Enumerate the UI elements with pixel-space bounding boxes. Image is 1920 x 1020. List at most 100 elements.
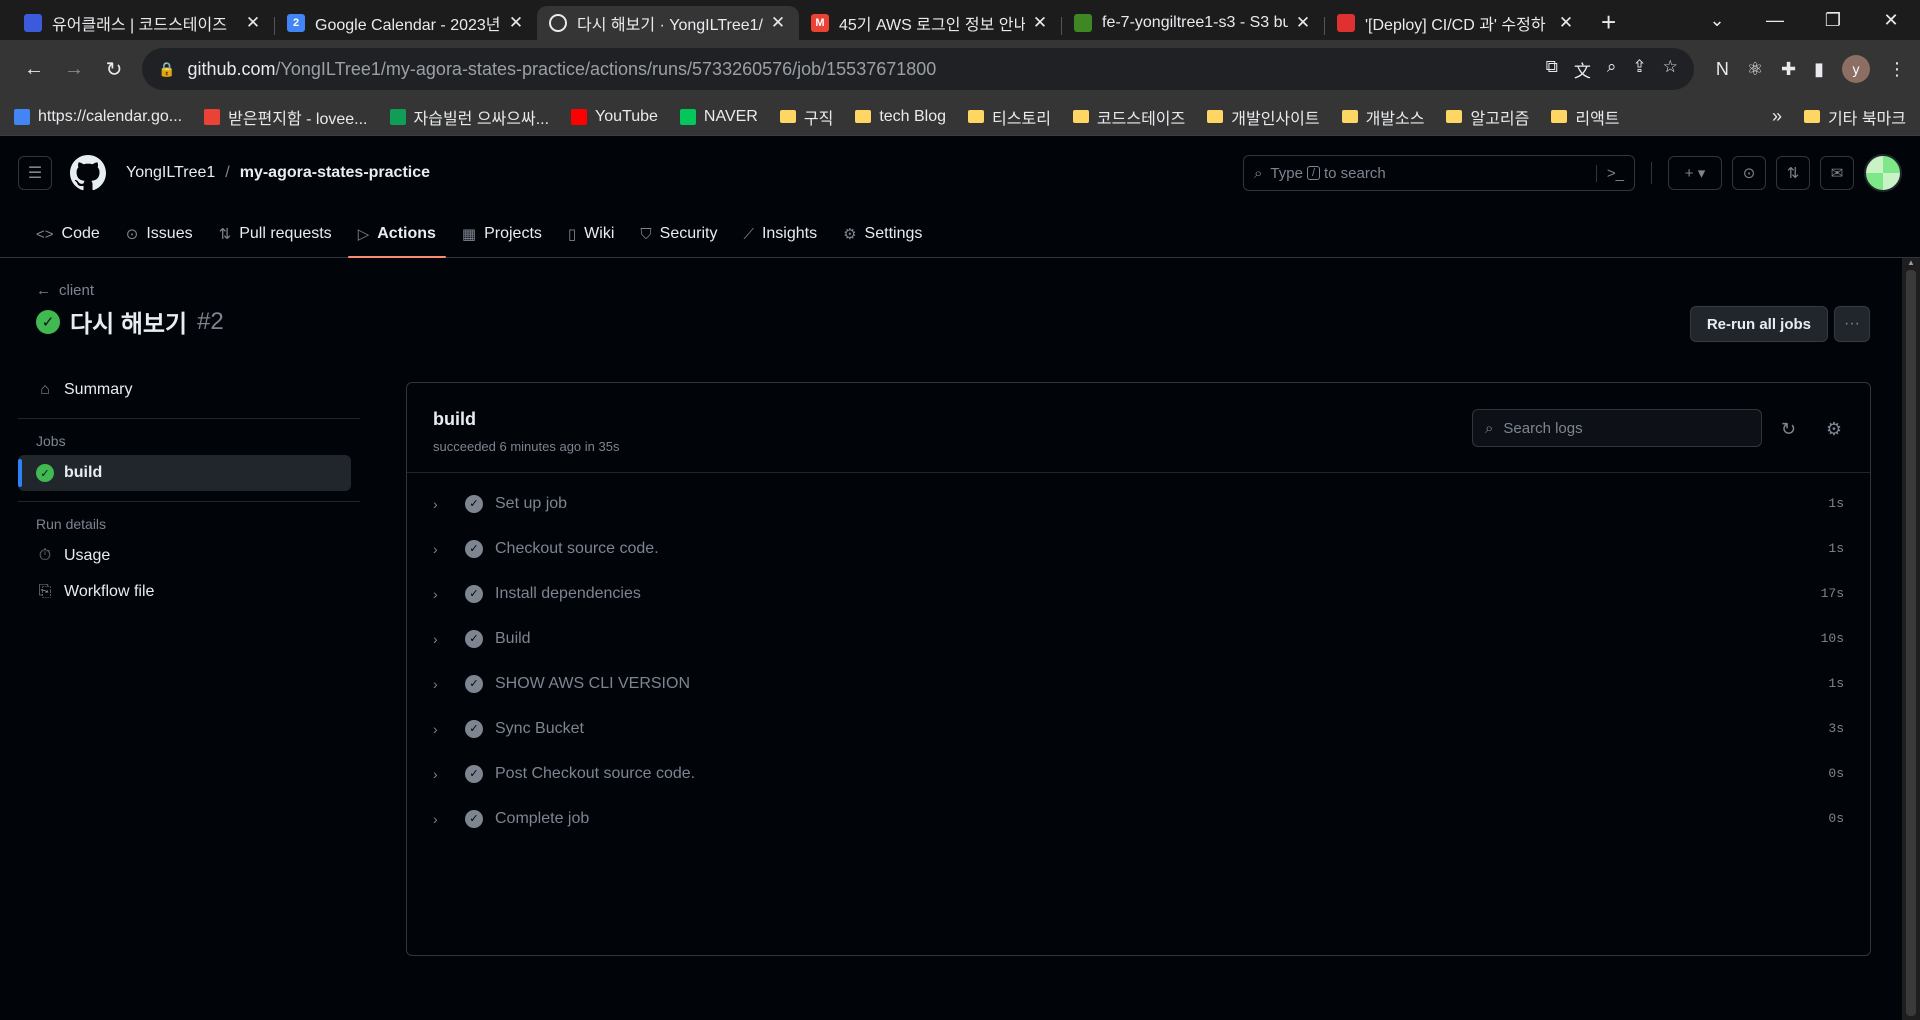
forward-icon[interactable]: → <box>54 58 94 81</box>
hamburger-menu-icon[interactable]: ☰ <box>18 156 52 190</box>
tab-insights[interactable]: ⟋ Insights <box>733 225 827 257</box>
bookmark-item[interactable]: 코드스테이즈 <box>1072 105 1185 129</box>
open-in-app-icon[interactable]: ⧉ <box>1546 57 1558 82</box>
page-scrollbar[interactable]: ▲ <box>1902 258 1920 1020</box>
chevron-right-icon[interactable]: › <box>433 586 453 602</box>
bookmark-item[interactable]: 자습빌런 으싸으싸... <box>389 105 549 129</box>
chevron-right-icon[interactable]: › <box>433 766 453 782</box>
bookmark-item[interactable]: 받은편지함 - lovee... <box>204 105 368 129</box>
browser-tab[interactable]: M 45기 AWS 로그인 정보 안내 ✕ <box>799 6 1061 40</box>
bookmark-item[interactable]: 개발소스 <box>1341 105 1424 129</box>
job-step-row[interactable]: › ✓ Complete job 0s <box>407 796 1870 841</box>
scrollbar-thumb[interactable] <box>1906 270 1916 1016</box>
pull-requests-icon[interactable]: ⇅ <box>1776 156 1810 190</box>
tab-close-icon[interactable]: ✕ <box>769 13 787 33</box>
tab-pull-requests[interactable]: ⇅ Pull requests <box>209 225 342 257</box>
tab-wiki[interactable]: ▯ Wiki <box>558 225 624 257</box>
tab-issues[interactable]: ⊙ Issues <box>116 225 203 257</box>
step-duration: 1s <box>1828 496 1844 511</box>
chevron-right-icon[interactable]: › <box>433 496 453 512</box>
tab-close-icon[interactable]: ✕ <box>1031 13 1049 33</box>
sidebar-item-build[interactable]: ✓ build <box>18 455 351 491</box>
command-palette-icon[interactable]: >_ <box>1595 164 1624 182</box>
sidebar-item-workflow-file[interactable]: ⎘ Workflow file <box>18 574 360 610</box>
browser-tab[interactable]: 2 Google Calendar - 2023년 ✕ <box>275 6 537 40</box>
chevron-right-icon[interactable]: › <box>433 811 453 827</box>
refresh-icon[interactable]: ↻ <box>1781 419 1796 440</box>
address-bar[interactable]: 🔒 github.com/YongILTree1/my-agora-states… <box>142 48 1694 90</box>
repo-owner-link[interactable]: YongILTree1 <box>126 164 215 182</box>
job-step-row[interactable]: › ✓ Build 10s <box>407 616 1870 661</box>
repo-name-link[interactable]: my-agora-states-practice <box>240 164 430 182</box>
user-avatar[interactable] <box>1864 154 1902 192</box>
browser-tab[interactable]: 다시 해보기 · YongILTree1/ ✕ <box>537 6 799 40</box>
search-logs-input[interactable]: ⌕ Search logs <box>1472 409 1762 447</box>
browser-tab-strip: 유어클래스 | 코드스테이즈 ✕ 2 Google Calendar - 2023년 ✕… <box>0 0 1920 40</box>
tab-actions[interactable]: ▷ Actions <box>347 225 447 258</box>
tab-search-icon[interactable]: ⌄ <box>1688 10 1746 31</box>
bookmark-item[interactable]: 리액트 <box>1551 105 1620 129</box>
zoom-icon[interactable]: ⌕ <box>1607 57 1617 82</box>
job-step-row[interactable]: › ✓ Install dependencies 17s <box>407 571 1870 616</box>
back-to-workflow-link[interactable]: ← client <box>36 282 94 299</box>
profile-avatar[interactable]: y <box>1842 55 1870 83</box>
tab-settings[interactable]: ⚙ Settings <box>833 225 932 257</box>
scroll-up-arrow-icon[interactable]: ▲ <box>1902 258 1920 267</box>
tab-projects[interactable]: ▦ Projects <box>452 225 552 257</box>
gear-icon[interactable]: ⚙ <box>1826 419 1842 440</box>
browser-tab[interactable]: fe-7-yongiltree1-s3 - S3 bu ✕ <box>1062 6 1324 40</box>
rerun-all-jobs-button[interactable]: Re-run all jobs <box>1689 306 1828 342</box>
tab-close-icon[interactable]: ✕ <box>507 13 525 33</box>
job-step-row[interactable]: › ✓ Set up job 1s <box>407 481 1870 526</box>
bookmark-star-icon[interactable]: ☆ <box>1663 57 1678 82</box>
more-bookmarks-chevron-icon[interactable]: » <box>1772 106 1782 127</box>
job-step-row[interactable]: › ✓ Post Checkout source code. 0s <box>407 751 1870 796</box>
tab-code[interactable]: <> Code <box>26 225 110 257</box>
share-icon[interactable]: ⇪ <box>1632 57 1646 82</box>
run-name: 다시 해보기 <box>70 311 188 338</box>
translate-icon[interactable]: 文 <box>1574 57 1591 82</box>
bookmark-item[interactable]: 개발인사이트 <box>1207 105 1320 129</box>
github-logo-icon[interactable] <box>70 155 106 191</box>
job-step-row[interactable]: › ✓ Checkout source code. 1s <box>407 526 1870 571</box>
job-step-row[interactable]: › ✓ Sync Bucket 3s <box>407 706 1870 751</box>
side-panel-icon[interactable]: ▮ <box>1814 59 1824 80</box>
chevron-right-icon[interactable]: › <box>433 631 453 647</box>
bookmark-item[interactable]: tech Blog <box>855 108 946 126</box>
bookmark-item[interactable]: 구직 <box>779 105 833 129</box>
bookmark-item[interactable]: NAVER <box>679 108 758 126</box>
issues-icon[interactable]: ⊙ <box>1732 156 1766 190</box>
minimize-button[interactable]: — <box>1746 10 1804 31</box>
bookmark-item[interactable]: 티스토리 <box>968 105 1051 129</box>
react-devtools-icon[interactable]: ⚛ <box>1747 59 1763 80</box>
chevron-right-icon[interactable]: › <box>433 541 453 557</box>
create-new-button[interactable]: + ▾ <box>1668 156 1722 190</box>
sidebar-item-usage[interactable]: ⏱ Usage <box>18 538 360 574</box>
inbox-icon[interactable]: ✉ <box>1820 156 1854 190</box>
restore-button[interactable]: ❐ <box>1804 10 1862 31</box>
close-window-button[interactable]: ✕ <box>1862 10 1920 31</box>
more-options-icon[interactable]: ··· <box>1834 306 1870 342</box>
new-tab-button[interactable]: + <box>1601 7 1616 38</box>
tab-close-icon[interactable]: ✕ <box>1557 13 1575 33</box>
notion-extension-icon[interactable]: N <box>1716 59 1729 80</box>
bookmark-item[interactable]: https://calendar.go... <box>14 108 182 126</box>
chrome-menu-icon[interactable]: ⋮ <box>1888 59 1906 80</box>
back-icon[interactable]: ← <box>14 58 54 81</box>
tab-close-icon[interactable]: ✕ <box>1294 13 1312 33</box>
bookmark-item[interactable]: YouTube <box>571 108 658 126</box>
other-bookmarks[interactable]: 기타 북마크 <box>1803 105 1906 129</box>
sidebar-item-summary[interactable]: ⌂ Summary <box>18 372 360 408</box>
chevron-right-icon[interactable]: › <box>433 676 453 692</box>
job-step-row[interactable]: › ✓ SHOW AWS CLI VERSION 1s <box>407 661 1870 706</box>
extensions-puzzle-icon[interactable]: ✚ <box>1781 59 1796 80</box>
bookmark-item[interactable]: 알고리즘 <box>1446 105 1529 129</box>
browser-tab[interactable]: '[Deploy] CI/CD 과' 수정하 ✕ <box>1325 6 1587 40</box>
chevron-right-icon[interactable]: › <box>433 721 453 737</box>
global-search-input[interactable]: ⌕ Type / to search >_ <box>1243 155 1635 191</box>
reload-icon[interactable]: ↻ <box>94 57 134 82</box>
browser-tab[interactable]: 유어클래스 | 코드스테이즈 ✕ <box>12 6 274 40</box>
tab-close-icon[interactable]: ✕ <box>244 13 262 33</box>
tab-security[interactable]: ⛉ Security <box>630 225 727 257</box>
repo-nav: <> Code ⊙ Issues ⇅ Pull requests ▷ Actions ▦ Proj… <box>0 210 1920 258</box>
